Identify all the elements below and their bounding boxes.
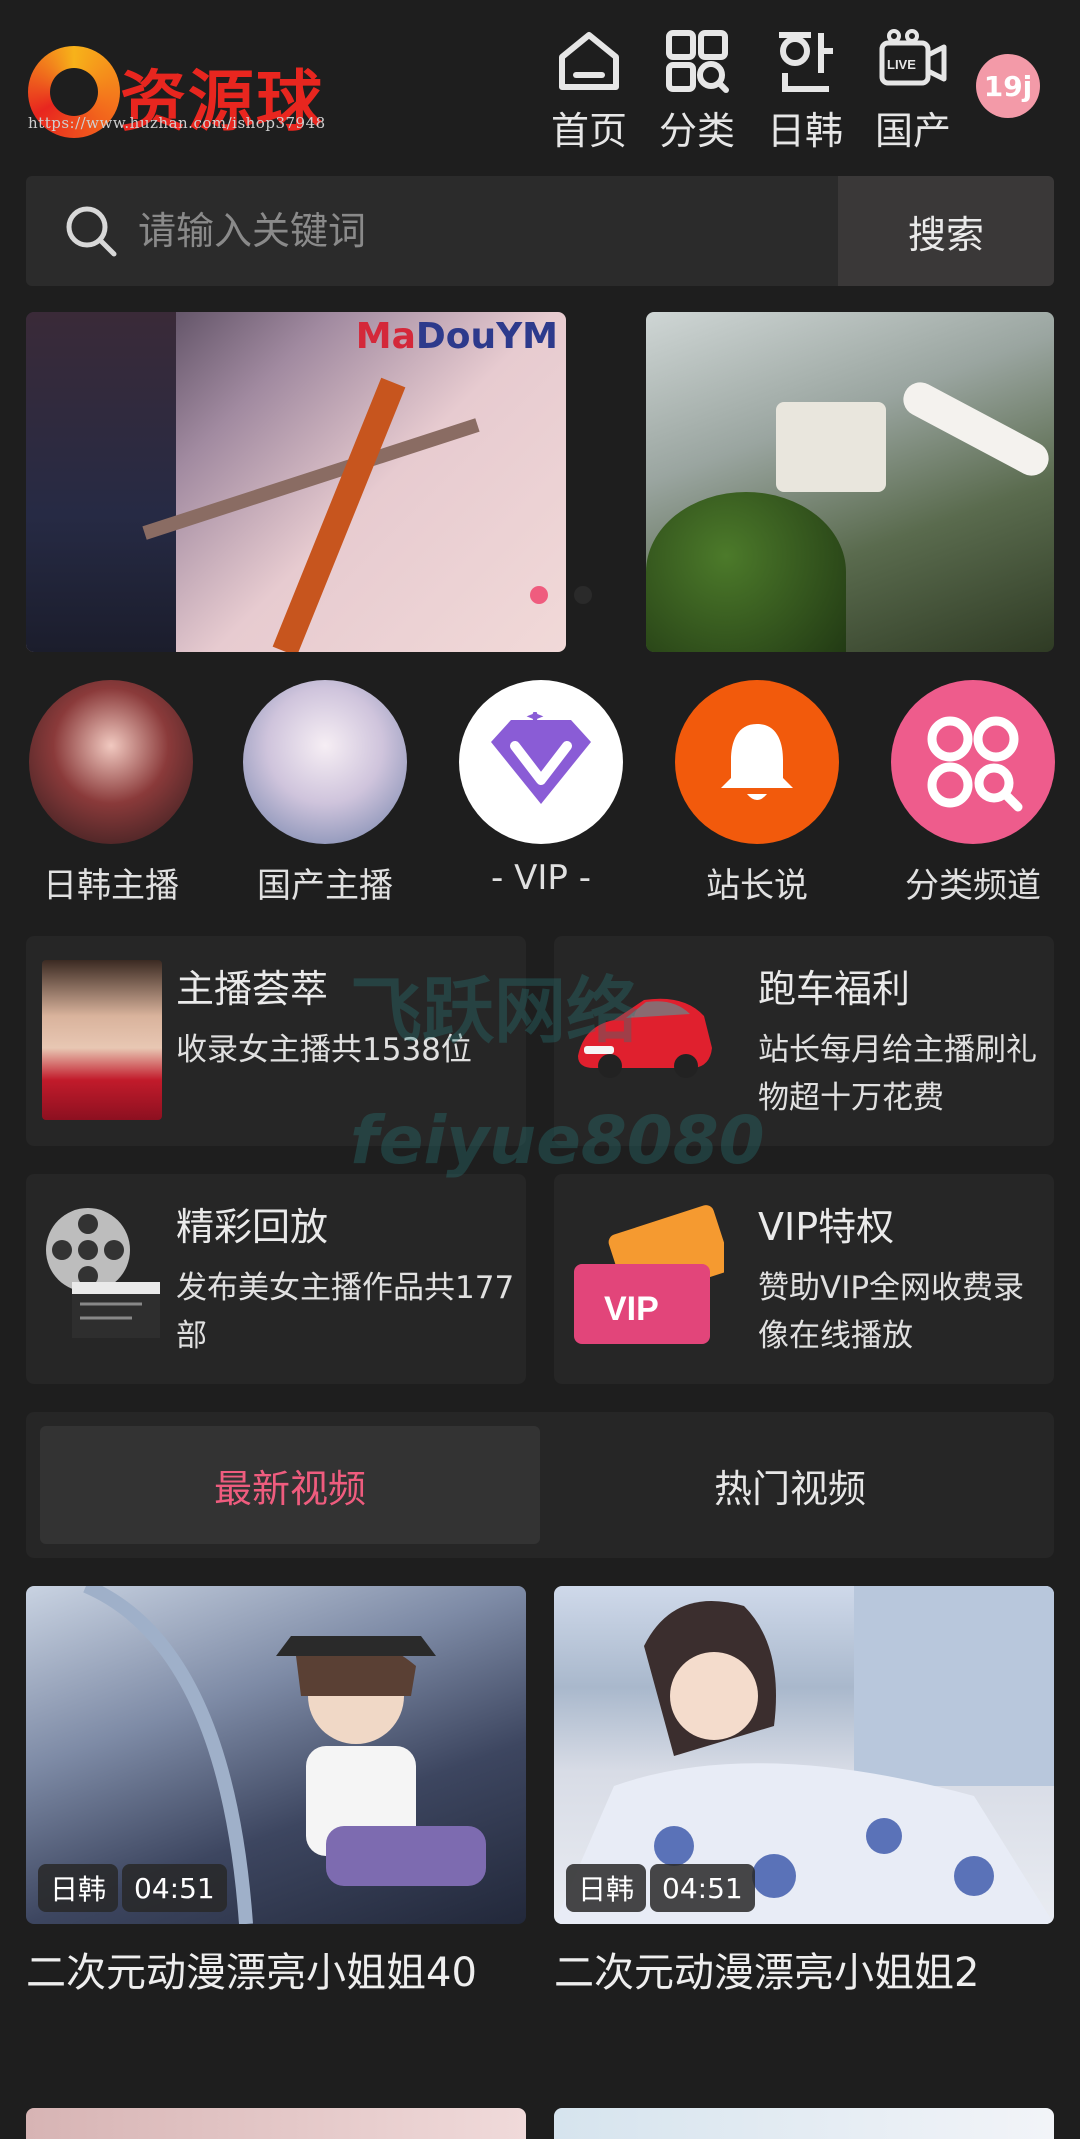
nav-domestic-label: 国产	[874, 109, 951, 153]
circle-menu-label: 站长说	[706, 866, 808, 906]
video-title[interactable]: 二次元动漫漂亮小姐姐2	[554, 1940, 1054, 1998]
circle-menu-announcement[interactable]: 站长说	[672, 680, 842, 907]
carousel-dot-active[interactable]	[530, 586, 548, 604]
circle-menu-label: 分类频道	[905, 866, 1041, 906]
video-card[interactable]: 日韩 04:51 二次元动漫漂亮小姐姐40	[26, 1586, 526, 1998]
video-thumbnail[interactable]: 日韩 04:51	[26, 1586, 526, 1924]
banner-character-illustration	[26, 312, 176, 652]
nav-korea-label: 日韩	[766, 109, 843, 153]
card-desc: 站长每月给主播刷礼物超十万花费	[758, 1032, 1037, 1116]
banner-railing	[142, 418, 480, 540]
duration-badge: 04:51	[122, 1864, 227, 1912]
nav-category-label: 分类	[658, 109, 735, 153]
search-bar: 搜索	[26, 176, 1054, 286]
circle-menu-vip[interactable]: - VIP -	[456, 680, 626, 898]
banner-brand-logo: MaDouYM	[355, 316, 558, 357]
feature-card-replay[interactable]: 精彩回放 发布美女主播作品共177部	[26, 1174, 526, 1384]
watermark-cn: 飞跃网络	[350, 969, 639, 1053]
film-reel-icon	[42, 1204, 162, 1344]
search-icon	[64, 204, 118, 258]
circle-menu-label: - VIP -	[491, 858, 591, 898]
video-card[interactable]: 日韩 04:51 二次元动漫漂亮小姐姐2	[554, 1586, 1054, 1998]
video-thumbnail-partial[interactable]	[26, 2108, 526, 2139]
carousel-dot[interactable]	[574, 586, 592, 604]
circle-menu-label: 日韩主播	[43, 866, 179, 906]
category-badge: 日韩	[566, 1864, 647, 1912]
korean-host-avatar	[29, 680, 193, 844]
video-thumbnail[interactable]: 日韩 04:51	[554, 1586, 1054, 1924]
card-title: 主播荟萃	[176, 967, 329, 1011]
domestic-host-avatar	[243, 680, 407, 844]
category-badge: 日韩	[38, 1864, 119, 1912]
banner-monitor	[776, 402, 886, 492]
search-input[interactable]	[138, 196, 838, 266]
app-header: 资源球 https://www.huzhan.com/ishop37948 首页…	[0, 0, 1080, 160]
circle-menu-domestic-host[interactable]: 国产主播	[240, 680, 410, 907]
video-title[interactable]: 二次元动漫漂亮小姐姐40	[26, 1940, 526, 1998]
user-avatar[interactable]: 19j	[976, 54, 1040, 118]
nav-category[interactable]: 分类	[642, 26, 752, 155]
category-channel-icon	[891, 680, 1055, 844]
card-title: 跑车福利	[758, 967, 911, 1011]
circle-menu-label: 国产主播	[257, 866, 393, 906]
card-desc: 赞助VIP全网收费录像在线播放	[758, 1270, 1025, 1354]
nav-domestic[interactable]: LIVE 国产	[858, 26, 968, 155]
banner-pole	[272, 377, 406, 652]
svg-text:VIP: VIP	[604, 1290, 659, 1328]
live-camera-icon: LIVE	[878, 26, 948, 96]
watermark-en: feiyue8080	[350, 1102, 765, 1179]
bell-icon	[675, 680, 839, 844]
search-button[interactable]: 搜索	[838, 176, 1054, 286]
vip-diamond-icon	[459, 680, 623, 844]
tab-hot-videos[interactable]: 热门视频	[540, 1426, 1040, 1544]
host-portrait-image	[42, 960, 162, 1120]
circle-menu-category-channel[interactable]: 分类频道	[888, 680, 1058, 907]
logo-watermark-url: https://www.huzhan.com/ishop37948	[28, 114, 326, 132]
nav-korea[interactable]: 日韩	[750, 26, 860, 155]
vip-card-image: VIP	[574, 1202, 731, 1352]
nav-home[interactable]: 首页	[534, 26, 644, 155]
nav-home-label: 首页	[550, 109, 627, 153]
card-title: 精彩回放	[176, 1205, 329, 1249]
category-grid-icon	[662, 26, 732, 96]
banner-plant	[646, 492, 846, 652]
home-icon	[554, 26, 624, 96]
korean-char-icon	[770, 26, 840, 96]
tab-latest-videos[interactable]: 最新视频	[40, 1426, 540, 1544]
svg-text:LIVE: LIVE	[887, 57, 916, 72]
video-tabs: 最新视频 热门视频	[26, 1412, 1054, 1558]
video-thumbnail-partial[interactable]	[554, 2108, 1054, 2139]
feature-card-vip[interactable]: VIP VIP特权 赞助VIP全网收费录像在线播放	[554, 1174, 1054, 1384]
duration-badge: 04:51	[650, 1864, 755, 1912]
site-logo[interactable]: 资源球 https://www.huzhan.com/ishop37948	[28, 42, 358, 142]
banner-leg	[897, 376, 1054, 482]
card-title: VIP特权	[758, 1205, 895, 1249]
card-desc: 发布美女主播作品共177部	[176, 1270, 515, 1354]
banner-slide-1[interactable]: MaDouYM	[26, 312, 566, 652]
circle-menu-korean-host[interactable]: 日韩主播	[26, 680, 196, 907]
banner-slide-2[interactable]	[646, 312, 1054, 652]
